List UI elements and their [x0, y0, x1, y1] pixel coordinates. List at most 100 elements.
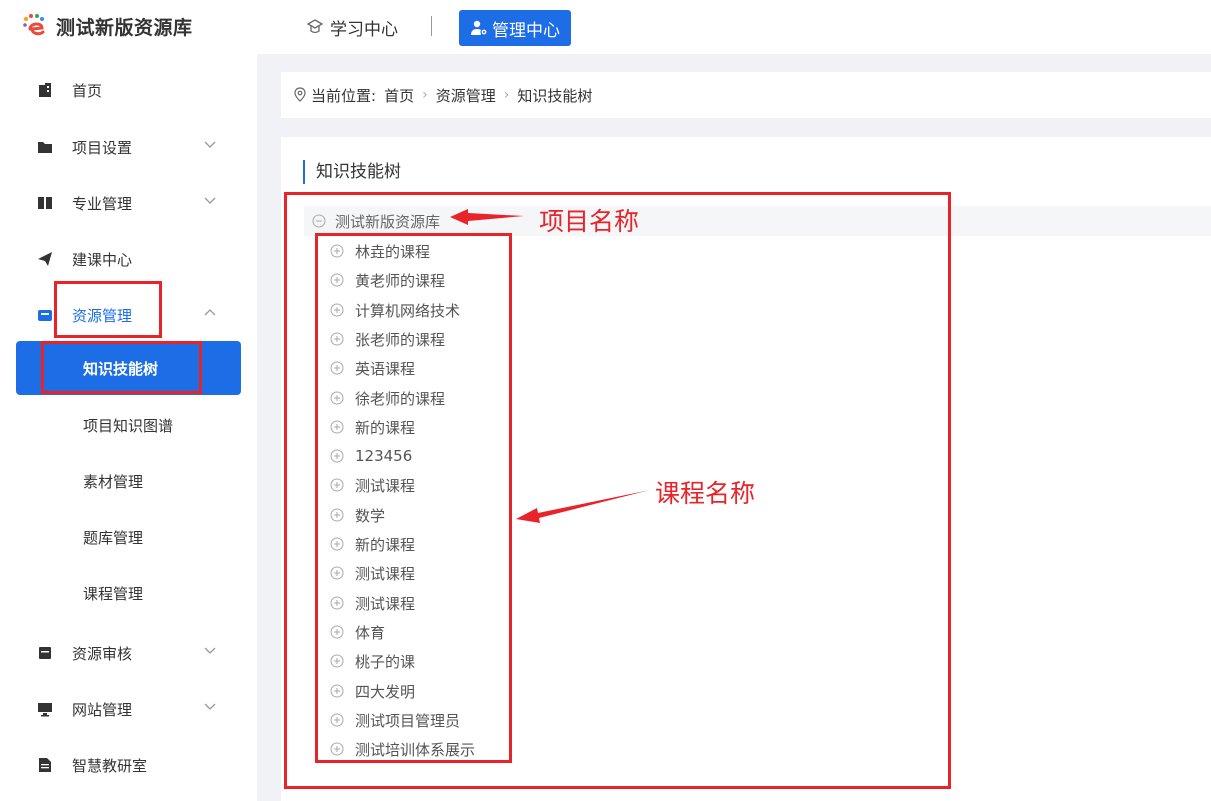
book-icon	[38, 197, 52, 209]
sidebar-item-website-management[interactable]: 网站管理	[0, 687, 257, 731]
tree-node[interactable]: 徐老师的课程	[330, 386, 445, 410]
tree-node[interactable]: 测试培训体系展示	[330, 737, 475, 761]
sidebar-item-major-management[interactable]: 专业管理	[0, 181, 257, 225]
file-text-icon	[39, 758, 51, 772]
tree-node[interactable]: 计算机网络技术	[330, 298, 460, 322]
nav-divider	[431, 16, 432, 36]
sidebar-item-project-settings[interactable]: 项目设置	[0, 125, 257, 169]
tree-node[interactable]: 林垚的课程	[330, 239, 430, 263]
location-pin-icon	[294, 87, 306, 102]
tree-node-label: 黄老师的课程	[355, 271, 446, 290]
breadcrumb-prefix: 当前位置:	[311, 86, 377, 105]
tree-node[interactable]: 四大发明	[330, 679, 415, 703]
expand-circle-icon[interactable]	[330, 596, 344, 610]
tree-node-label: 新的课程	[355, 418, 416, 437]
expand-circle-icon[interactable]	[330, 742, 344, 756]
logo-icon	[22, 13, 48, 39]
expand-circle-icon[interactable]	[330, 684, 344, 698]
tree-node-label: 测试课程	[355, 476, 416, 495]
tree-node[interactable]: 测试课程	[330, 591, 415, 615]
expand-circle-icon[interactable]	[330, 449, 344, 463]
sidebar-sub-item-knowledge-graph[interactable]: 项目知识图谱	[16, 398, 241, 452]
expand-circle-icon[interactable]	[330, 303, 344, 317]
document-icon	[39, 647, 51, 659]
expand-circle-icon[interactable]	[330, 625, 344, 639]
tree-node[interactable]: 黄老师的课程	[330, 268, 445, 292]
monitor-icon	[38, 703, 52, 717]
nav-admin-center[interactable]: 管理中心	[459, 10, 571, 46]
sidebar-item-smart-teaching[interactable]: 智慧教研室	[0, 743, 257, 787]
sidebar-item-label: 首页	[72, 81, 103, 100]
sidebar-item-label: 专业管理	[72, 194, 133, 213]
sidebar-item-label: 项目设置	[72, 138, 133, 157]
top-bar: 测试新版资源库 学习中心 管理中心	[0, 0, 1211, 54]
building-icon	[39, 83, 51, 97]
tree-node-label: 四大发明	[355, 682, 416, 701]
logo-text: 测试新版资源库	[56, 16, 193, 39]
tree-node[interactable]: 123456	[330, 444, 412, 468]
tree-node-label: 桃子的课	[355, 652, 416, 671]
tree-node[interactable]: 新的课程	[330, 532, 415, 556]
expand-circle-icon[interactable]	[330, 537, 344, 551]
sidebar-item-label: 建课中心	[72, 250, 133, 269]
sidebar-item-course-center[interactable]: 建课中心	[0, 237, 257, 281]
tree-node[interactable]: 测试项目管理员	[330, 708, 460, 732]
sidebar-item-label: 资源管理	[72, 306, 133, 325]
tree-root-node[interactable]: 测试新版资源库	[304, 206, 1211, 236]
tree-node[interactable]: 测试课程	[330, 561, 415, 585]
expand-circle-icon[interactable]	[330, 361, 344, 375]
sidebar-sub-item-question-bank[interactable]: 题库管理	[16, 510, 241, 564]
expand-circle-icon[interactable]	[330, 654, 344, 668]
tree-node-label: 徐老师的课程	[355, 389, 446, 408]
nav-study-center[interactable]: 学习中心	[306, 13, 398, 41]
logo[interactable]: 测试新版资源库	[22, 11, 193, 41]
expand-circle-icon[interactable]	[330, 508, 344, 522]
sidebar-item-label: 资源审核	[72, 644, 133, 663]
tree-node-label: 张老师的课程	[355, 330, 446, 349]
tree-node[interactable]: 桃子的课	[330, 649, 415, 673]
sidebar-item-home[interactable]: 首页	[0, 68, 257, 112]
sidebar-sub-item-label: 知识技能树	[83, 359, 159, 378]
breadcrumb-home[interactable]: 首页	[384, 85, 414, 106]
tree-node-label: 测试项目管理员	[355, 711, 461, 730]
chevron-down-icon	[204, 197, 216, 204]
breadcrumb-resource-management[interactable]: 资源管理	[436, 85, 496, 106]
paper-plane-icon	[38, 252, 52, 266]
sidebar-sub-item-material-management[interactable]: 素材管理	[16, 454, 241, 508]
chevron-down-icon	[204, 141, 216, 148]
expand-circle-icon[interactable]	[330, 273, 344, 287]
user-gear-icon	[471, 20, 488, 36]
chevron-up-icon	[204, 309, 216, 316]
sidebar-item-label: 网站管理	[72, 700, 133, 719]
tree-node[interactable]: 测试课程	[330, 473, 415, 497]
arrow-course-name	[516, 490, 650, 523]
annotation-project-name: 项目名称	[539, 207, 640, 236]
sidebar-sub-item-knowledge-tree[interactable]: 知识技能树	[16, 341, 241, 395]
expand-circle-icon[interactable]	[330, 391, 344, 405]
tree-node[interactable]: 数学	[330, 503, 385, 527]
tree-node[interactable]: 张老师的课程	[330, 327, 445, 351]
panel-title: 知识技能树	[303, 160, 401, 184]
sidebar-item-label: 智慧教研室	[72, 756, 148, 775]
expand-circle-icon[interactable]	[330, 478, 344, 492]
expand-circle-icon[interactable]	[330, 244, 344, 258]
nav-study-label: 学习中心	[330, 19, 398, 40]
expand-circle-icon[interactable]	[330, 420, 344, 434]
tree-node[interactable]: 体育	[330, 620, 385, 644]
box-icon	[38, 310, 52, 321]
tree-node[interactable]: 英语课程	[330, 356, 415, 380]
collapse-circle-icon[interactable]	[312, 214, 326, 228]
sidebar-sub-item-course-management[interactable]: 课程管理	[16, 566, 241, 620]
tree-node-label: 测试培训体系展示	[355, 740, 476, 759]
expand-circle-icon[interactable]	[330, 332, 344, 346]
expand-circle-icon[interactable]	[330, 713, 344, 727]
tree-node-label: 新的课程	[355, 535, 416, 554]
sidebar-item-resource-review[interactable]: 资源审核	[0, 631, 257, 675]
chevron-right-icon: ›	[503, 87, 510, 103]
tree-node[interactable]: 新的课程	[330, 415, 415, 439]
tree-node-label: 测试课程	[355, 564, 416, 583]
chevron-right-icon: ›	[422, 87, 428, 103]
expand-circle-icon[interactable]	[330, 566, 344, 580]
sidebar-item-resource-management[interactable]: 资源管理	[0, 293, 257, 337]
main-panel	[281, 137, 1211, 801]
